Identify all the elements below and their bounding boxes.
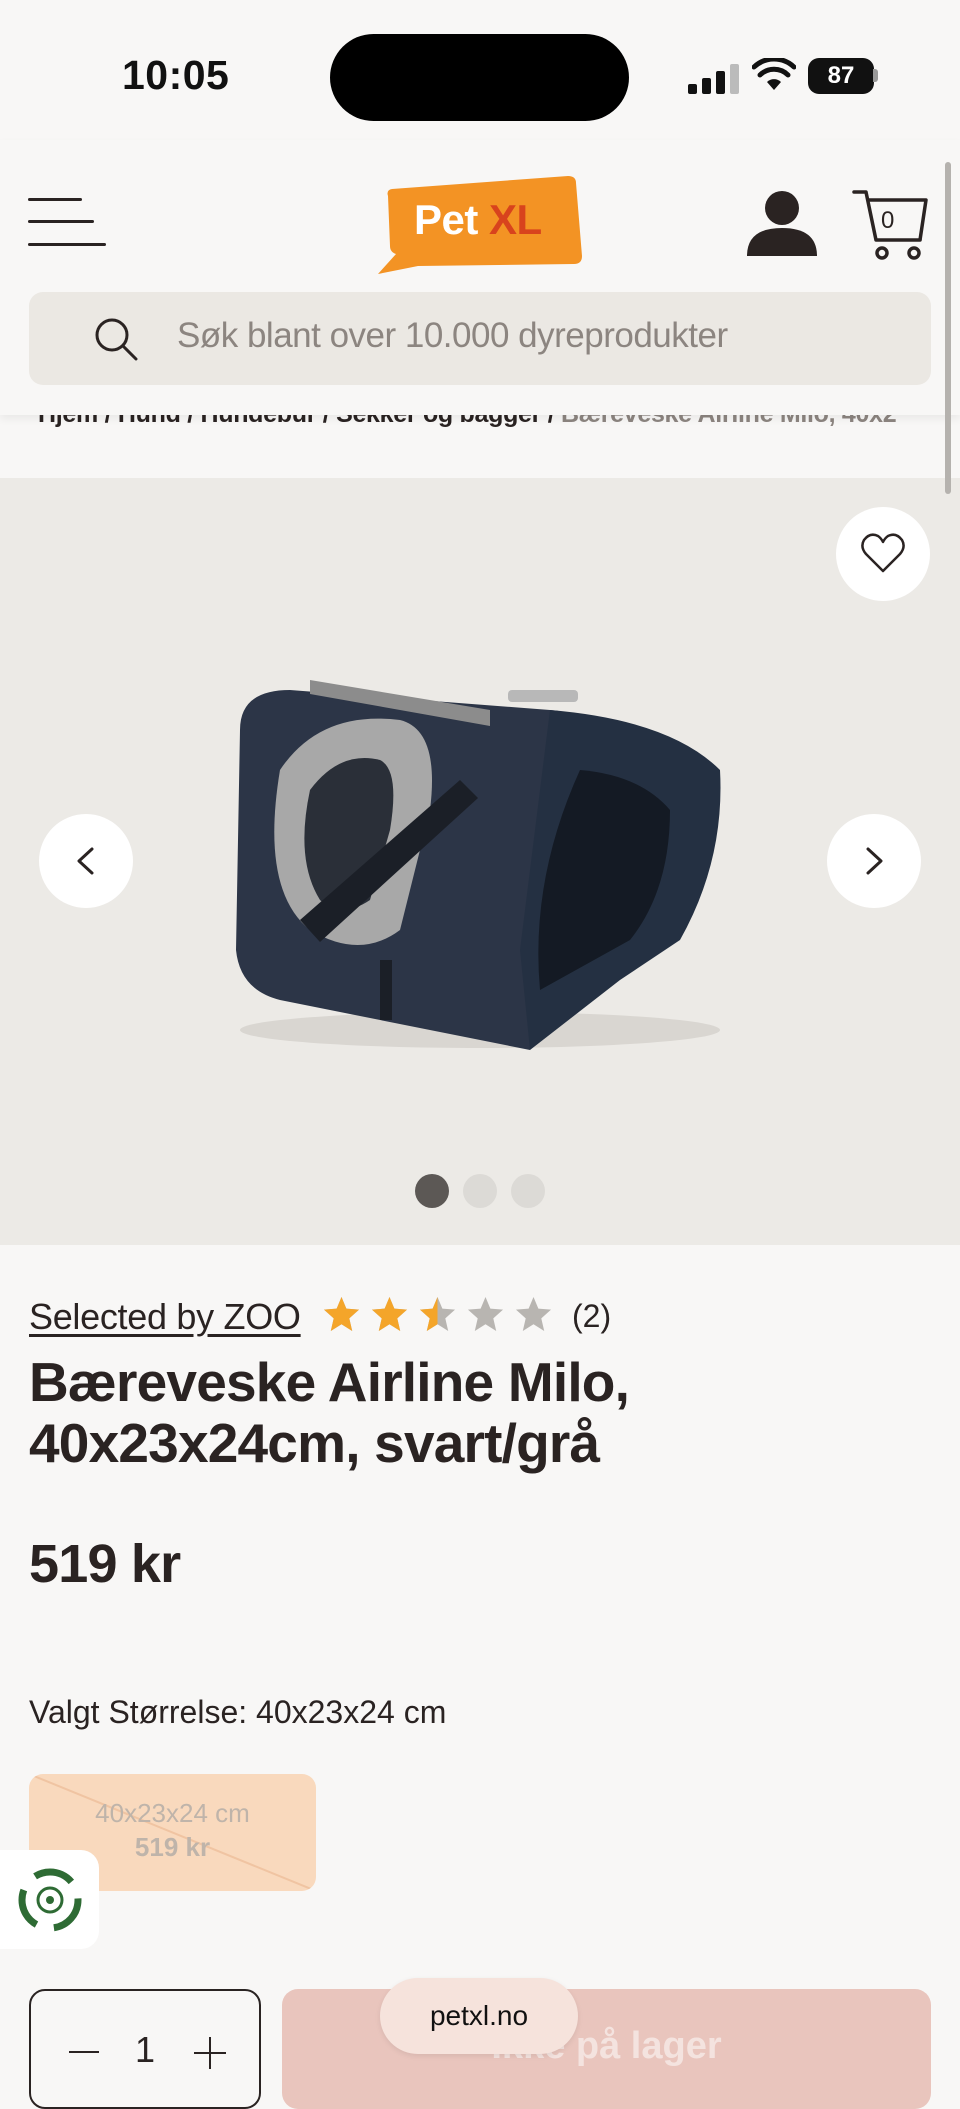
star-icon: [371, 1296, 408, 1332]
gallery-prev-button[interactable]: [39, 814, 133, 908]
dynamic-island: [330, 34, 629, 121]
chevron-left-icon: [77, 847, 94, 875]
gallery-dots: [415, 1174, 545, 1208]
favorite-button[interactable]: [836, 507, 930, 601]
stock-button-label: Ikke på lager: [491, 2025, 722, 2067]
gallery-next-button[interactable]: [827, 814, 921, 908]
cart-button[interactable]: 0: [852, 188, 930, 262]
brand-link[interactable]: Selected by ZOO: [29, 1296, 301, 1338]
search-icon: [95, 318, 138, 361]
search-input[interactable]: Søk blant over 10.000 dyreprodukter: [177, 312, 728, 360]
star-icon: [467, 1296, 504, 1332]
scrollbar[interactable]: [945, 162, 951, 494]
battery-indicator: 87: [808, 58, 874, 94]
quantity-decrease-button[interactable]: [69, 2051, 99, 2053]
selected-size-label: Valgt Størrelse: 40x23x24 cm: [29, 1694, 447, 1730]
petxl-logo[interactable]: Pet XL: [378, 174, 584, 274]
search-bar[interactable]: Søk blant over 10.000 dyreprodukter: [29, 292, 931, 385]
wifi-icon: [752, 58, 796, 90]
status-time: 10:05: [122, 52, 230, 98]
product-price: 519 kr: [29, 1534, 181, 1594]
quantity-stepper: 1: [29, 1989, 261, 2109]
review-count[interactable]: (2): [572, 1298, 611, 1335]
size-option-label: 40x23x24 cm: [95, 1798, 250, 1828]
logo-pet: Pet: [414, 196, 478, 243]
quantity-value[interactable]: 1: [135, 2029, 155, 2071]
out-of-stock-button[interactable]: Ikke på lager: [282, 1989, 931, 2109]
cart-count: 0: [881, 207, 895, 234]
star-icon: [323, 1296, 360, 1332]
browser-url-pill[interactable]: petxl.no: [380, 1978, 578, 2054]
heart-icon: [861, 533, 905, 573]
signal-icon: [688, 62, 739, 94]
product-title: Bæreveske Airline Milo, 40x23x24cm, svar…: [29, 1351, 630, 1474]
rating-stars[interactable]: [322, 1295, 553, 1333]
recycle-badge[interactable]: [0, 1850, 99, 1949]
gallery-dot[interactable]: [511, 1174, 545, 1208]
user-account-icon[interactable]: [745, 190, 819, 258]
product-image[interactable]: [200, 660, 740, 1060]
menu-button[interactable]: [28, 198, 106, 248]
star-icon: [419, 1296, 456, 1332]
chevron-right-icon: [866, 847, 883, 875]
battery-tip: [873, 69, 878, 82]
gallery-dot[interactable]: [463, 1174, 497, 1208]
quantity-increase-button[interactable]: [194, 2037, 226, 2069]
recycle-icon: [18, 1868, 82, 1932]
logo-xl: XL: [489, 196, 542, 243]
gallery-dot[interactable]: [415, 1174, 449, 1208]
star-icon: [515, 1296, 552, 1332]
